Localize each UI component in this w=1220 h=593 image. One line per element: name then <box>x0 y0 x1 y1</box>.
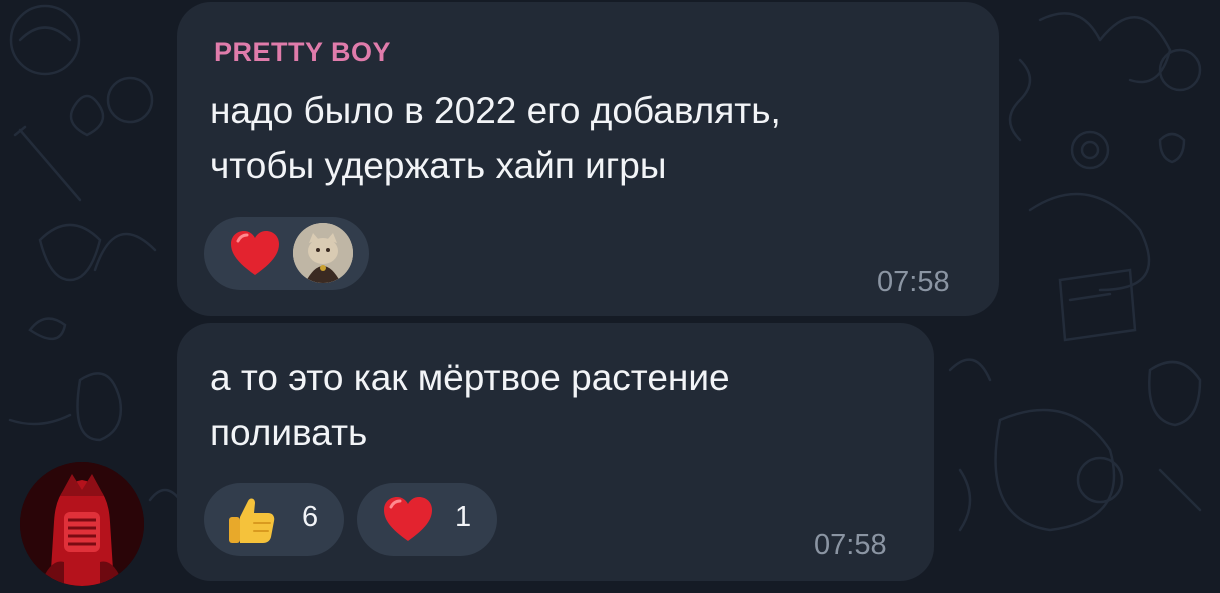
reaction-count: 6 <box>302 501 319 533</box>
sender-name[interactable]: PRETTY BOY <box>214 37 391 68</box>
reaction-count: 1 <box>455 501 472 533</box>
message-time: 07:58 <box>814 529 887 561</box>
reactor-cat-avatar[interactable] <box>293 223 353 283</box>
message-bubble[interactable]: PRETTY BOY надо было в 2022 его добавлят… <box>177 2 999 316</box>
reaction-thumbs-up[interactable]: 6 <box>204 483 344 556</box>
message-bubble[interactable]: а то это как мёртвое растение поливать 6… <box>177 323 934 581</box>
thumbs-up-icon <box>229 498 275 543</box>
sender-avatar[interactable] <box>20 462 144 586</box>
cat-avatar-icon <box>293 223 353 283</box>
message-text: надо было в 2022 его добавлять, чтобы уд… <box>210 90 781 186</box>
message-time: 07:58 <box>877 266 950 298</box>
red-heart-icon <box>231 231 279 275</box>
message-text: а то это как мёртвое растение поливать <box>210 357 730 453</box>
reaction-heart[interactable]: 1 <box>357 483 497 556</box>
reaction-heart[interactable] <box>204 217 369 290</box>
red-heart-icon <box>384 497 432 541</box>
red-masked-figure-avatar-icon <box>20 462 144 586</box>
